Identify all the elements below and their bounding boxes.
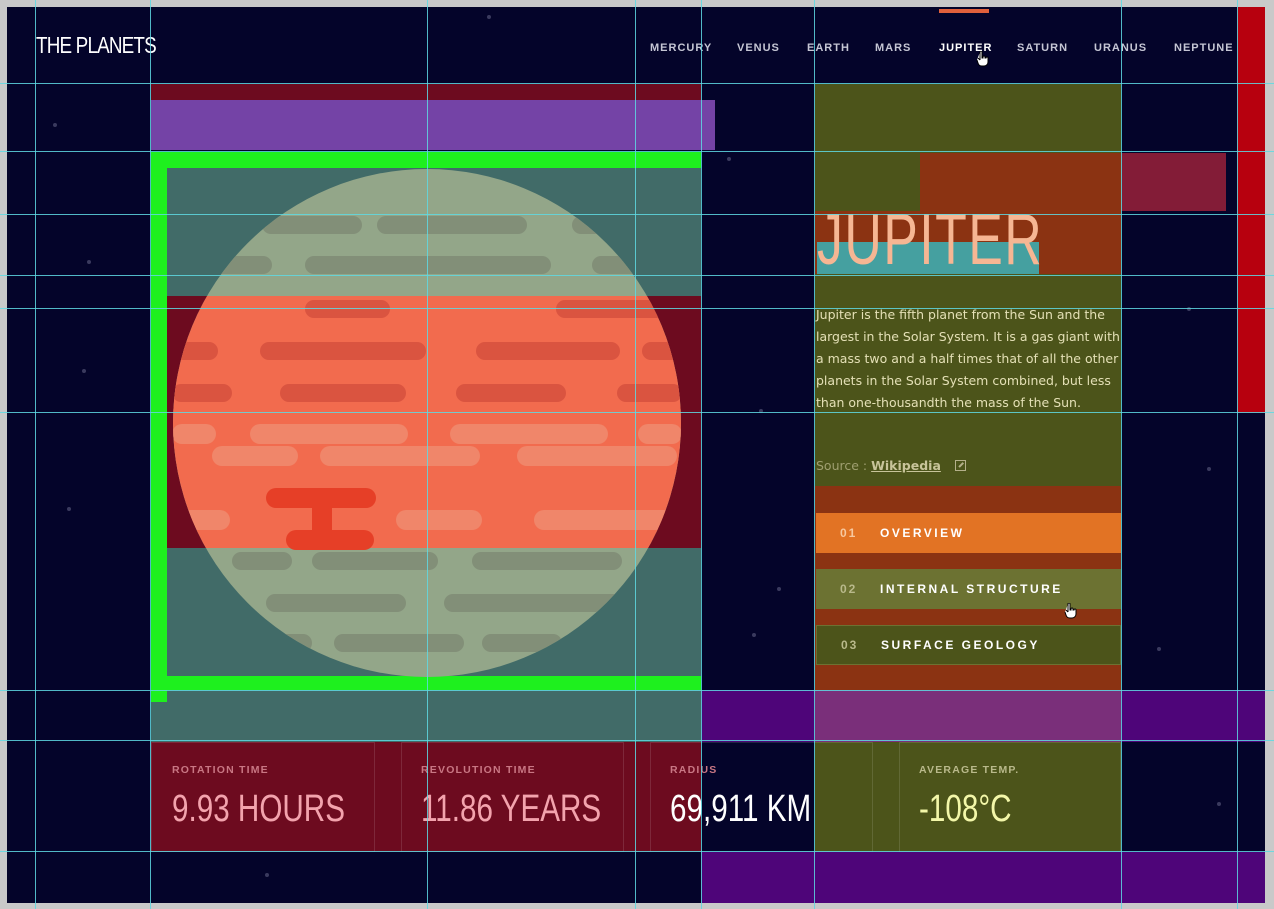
stat-value-temperature: -108°C [919, 788, 1012, 830]
pointer-hand-icon [976, 51, 989, 67]
guide-line [814, 0, 815, 909]
star-decoration [752, 633, 756, 637]
source-attribution: Source : Wikipedia [816, 458, 966, 473]
stat-value-radius: 69,911 KM [670, 788, 812, 830]
external-link-icon[interactable] [954, 460, 966, 471]
star-decoration [87, 260, 91, 264]
layout-overlay [151, 690, 701, 742]
star-decoration [777, 587, 781, 591]
site-logo[interactable]: THE PLANETS [36, 32, 157, 59]
guide-line [1237, 0, 1238, 909]
star-decoration [53, 123, 57, 127]
layout-overlay [1237, 7, 1265, 413]
star-decoration [1217, 802, 1221, 806]
guide-line [0, 214, 1274, 215]
guide-line [35, 0, 36, 909]
nav-active-indicator [939, 9, 989, 13]
guide-line [0, 83, 1274, 84]
star-decoration [67, 507, 71, 511]
nav-item-mercury[interactable]: MERCURY [650, 42, 712, 54]
stat-value-revolution: 11.86 YEARS [421, 788, 602, 830]
stat-label-rotation: ROTATION TIME [172, 764, 269, 776]
layout-overlay [151, 84, 701, 100]
guide-line [0, 412, 1274, 413]
layout-overlay [151, 676, 167, 702]
guide-line [0, 851, 1274, 852]
tab-label: OVERVIEW [880, 526, 965, 540]
tab-number: 03 [841, 638, 859, 652]
star-decoration [1207, 467, 1211, 471]
tab-overview[interactable]: 01 OVERVIEW [816, 513, 1121, 553]
star-decoration [1157, 647, 1161, 651]
tab-label: SURFACE GEOLOGY [881, 638, 1040, 652]
tab-number: 02 [840, 582, 858, 596]
star-decoration [82, 369, 86, 373]
planet-description: Jupiter is the fifth planet from the Sun… [816, 307, 1120, 410]
source-label: Source : [816, 458, 868, 473]
stat-label-radius: RADIUS [670, 764, 718, 776]
guide-line [0, 308, 1274, 309]
nav-item-saturn[interactable]: SATURN [1017, 42, 1068, 54]
stat-value-rotation: 9.93 HOURS [172, 788, 345, 830]
layout-overlay [815, 690, 1121, 742]
guide-line [0, 690, 1274, 691]
tab-number: 01 [840, 526, 858, 540]
tab-surface-geology[interactable]: 03 SURFACE GEOLOGY [816, 625, 1121, 665]
planet-title: JUPITER [817, 200, 1044, 280]
guide-line [635, 0, 636, 909]
guide-line [427, 0, 428, 909]
tab-label: INTERNAL STRUCTURE [880, 582, 1063, 596]
guide-line [0, 275, 1274, 276]
layout-overlay [151, 100, 715, 150]
star-decoration [265, 873, 269, 877]
nav-item-mars[interactable]: MARS [875, 42, 911, 54]
guide-line [150, 0, 151, 909]
guide-line [0, 740, 1274, 741]
stat-label-revolution: REVOLUTION TIME [421, 764, 536, 776]
pointer-hand-icon [1064, 603, 1077, 619]
star-decoration [727, 157, 731, 161]
star-decoration [487, 15, 491, 19]
guide-line [0, 151, 1274, 152]
stat-label-temperature: AVERAGE TEMP. [919, 764, 1020, 776]
source-link-wikipedia[interactable]: Wikipedia [871, 458, 941, 473]
nav-item-venus[interactable]: VENUS [737, 42, 780, 54]
layout-overlay [701, 852, 1265, 903]
nav-item-neptune[interactable]: NEPTUNE [1174, 42, 1234, 54]
guide-line [1121, 0, 1122, 909]
guide-line [701, 0, 702, 909]
